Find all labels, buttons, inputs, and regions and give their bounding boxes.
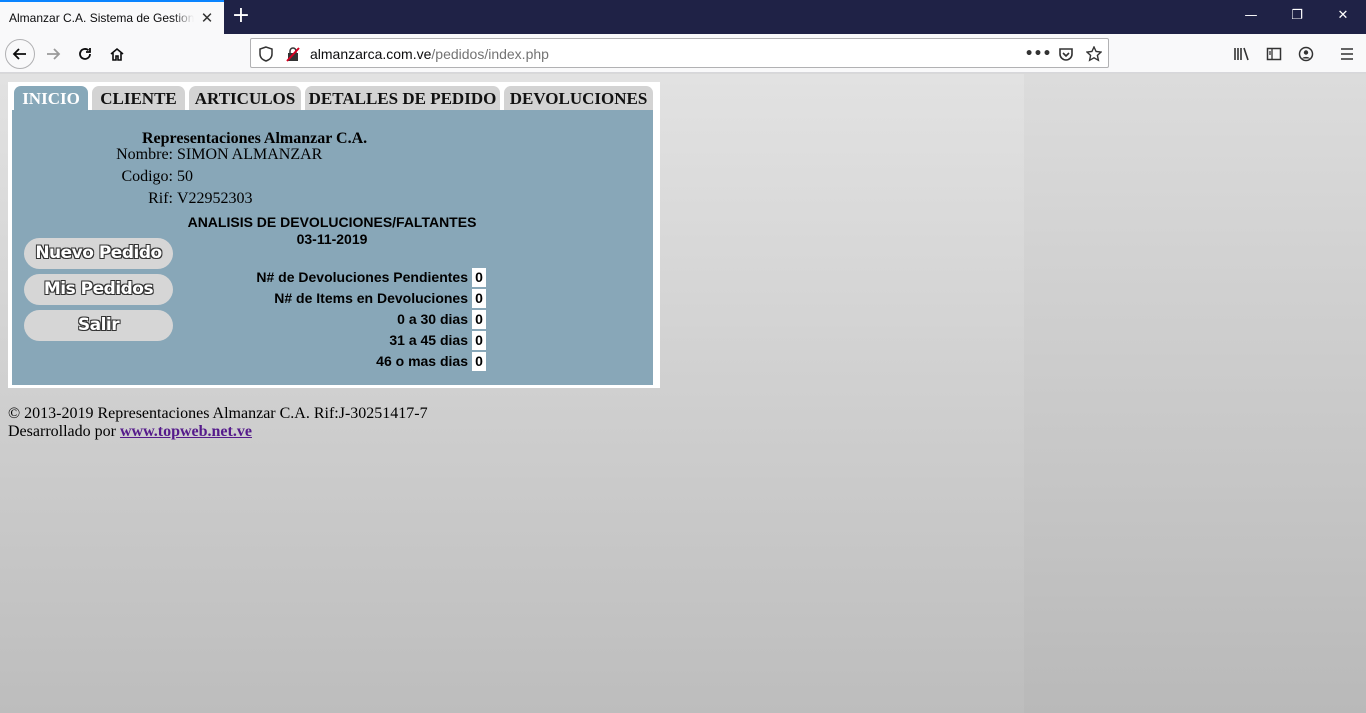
new-tab-icon[interactable]: + (230, 5, 252, 27)
page-background-right (1024, 74, 1366, 713)
mis-pedidos-button[interactable]: Mis Pedidos (24, 274, 173, 305)
analysis-date: 03-11-2019 (296, 231, 368, 247)
nuevo-pedido-button[interactable]: Nuevo Pedido (24, 238, 173, 269)
browser-tab[interactable]: Almanzar C.A. Sistema de Gestion de Pedi… (0, 0, 224, 34)
pocket-icon[interactable] (1057, 45, 1075, 63)
rif-value: V22952303 (177, 190, 253, 207)
tab-detalles-de-pedido[interactable]: DETALLES DE PEDIDO (305, 86, 500, 112)
navigation-toolbar: almanzarca.com.ve/pedidos/index.php ••• (0, 34, 1366, 73)
page-actions-icon[interactable]: ••• (1025, 45, 1052, 63)
browser-titlebar: Almanzar C.A. Sistema de Gestion de Pedi… (0, 0, 1366, 34)
sidebar-icon[interactable] (1259, 39, 1289, 69)
bookmark-star-icon[interactable] (1085, 45, 1103, 63)
codigo-value: 50 (177, 168, 193, 185)
nombre-value: SIMON ALMANZAR (177, 146, 323, 163)
stat-value-devoluciones-pendientes: 0 (472, 268, 486, 287)
codigo-label: Codigo: (121, 168, 173, 185)
copyright-text: © 2013-2019 Representaciones Almanzar C.… (8, 405, 428, 422)
restore-icon[interactable]: ❐ (1274, 0, 1320, 34)
stat-value-46-mas-dias: 0 (472, 352, 486, 371)
account-icon[interactable] (1291, 39, 1321, 69)
minimize-icon[interactable]: — (1228, 0, 1274, 34)
stat-value-items-devoluciones: 0 (472, 289, 486, 308)
url-text[interactable]: almanzarca.com.ve/pedidos/index.php (310, 46, 549, 62)
reload-icon[interactable] (70, 39, 100, 69)
tabs-container: INICIO CLIENTE ARTICULOS DETALLES DE PED… (8, 82, 660, 388)
salir-button[interactable]: Salir (24, 310, 173, 341)
home-icon[interactable] (102, 39, 132, 69)
close-tab-icon[interactable]: ✕ (198, 9, 216, 27)
insecure-lock-icon[interactable] (284, 45, 302, 63)
stat-label-items-devoluciones: N# de Items en Devoluciones (274, 290, 468, 306)
tab-articulos[interactable]: ARTICULOS (189, 86, 301, 112)
page-content: INICIO CLIENTE ARTICULOS DETALLES DE PED… (0, 74, 1366, 713)
library-icon[interactable] (1227, 39, 1257, 69)
stat-label-0-30-dias: 0 a 30 dias (397, 311, 468, 327)
stat-label-devoluciones-pendientes: N# de Devoluciones Pendientes (256, 269, 468, 285)
url-bar[interactable]: almanzarca.com.ve/pedidos/index.php ••• (250, 38, 1109, 68)
window-close-icon[interactable]: ✕ (1320, 0, 1366, 34)
analysis-title: ANALISIS DE DEVOLUCIONES/FALTANTES (187, 214, 477, 230)
forward-icon[interactable] (38, 39, 68, 69)
nombre-label: Nombre: (116, 146, 173, 163)
developer-link[interactable]: www.topweb.net.ve (120, 423, 252, 440)
stat-value-0-30-dias: 0 (472, 310, 486, 329)
developer-credit: Desarrollado por www.topweb.net.ve (8, 423, 428, 441)
url-domain: almanzarca.com.ve (310, 46, 432, 62)
url-path: /pedidos/index.php (431, 46, 549, 62)
shield-icon[interactable] (257, 45, 275, 63)
developed-by-text: Desarrollado por (8, 423, 116, 440)
inicio-panel: Representaciones Almanzar C.A. Nombre: S… (12, 110, 653, 385)
stat-value-31-45-dias: 0 (472, 331, 486, 350)
tab-cliente[interactable]: CLIENTE (92, 86, 185, 112)
rif-label: Rif: (148, 190, 173, 207)
stat-label-46-mas-dias: 46 o mas dias (376, 353, 468, 369)
back-icon[interactable] (5, 39, 35, 69)
tab-devoluciones[interactable]: DEVOLUCIONES (504, 86, 653, 112)
tab-title: Almanzar C.A. Sistema de Gestion de Pedi… (9, 11, 194, 25)
stat-label-31-45-dias: 31 a 45 dias (389, 332, 468, 348)
menu-icon[interactable] (1332, 39, 1362, 69)
footer: © 2013-2019 Representaciones Almanzar C.… (8, 405, 428, 441)
